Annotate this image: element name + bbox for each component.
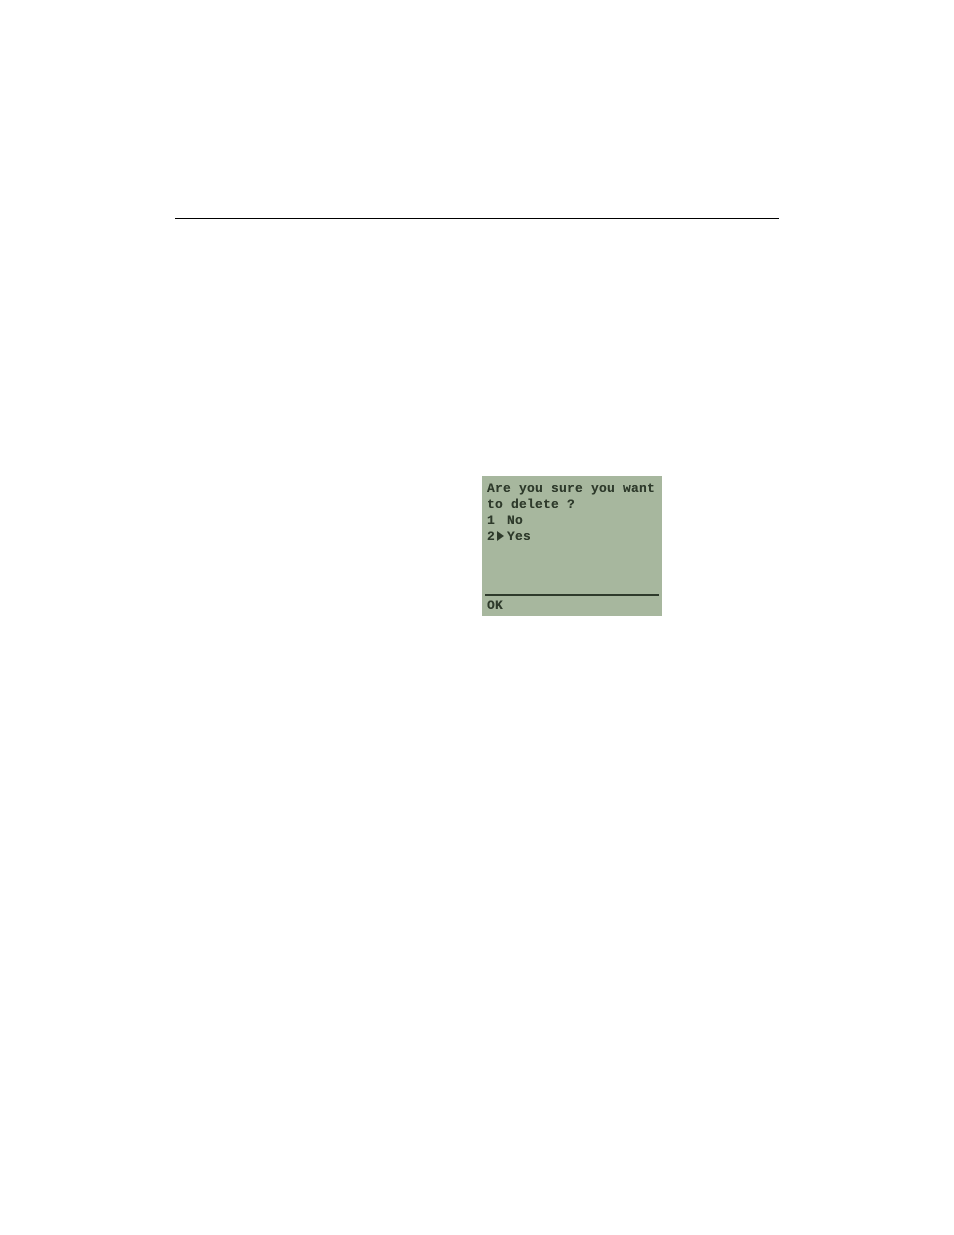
- option-label: Yes: [507, 529, 531, 545]
- option-row-no[interactable]: 1 No: [487, 513, 658, 529]
- option-label: No: [507, 513, 523, 529]
- lcd-body: Are you sure you want to delete ? 1 No 2…: [482, 476, 662, 545]
- softkey-ok[interactable]: OK: [487, 598, 503, 614]
- lcd-footer-rule: [485, 594, 659, 596]
- document-page: Are you sure you want to delete ? 1 No 2…: [0, 0, 954, 1235]
- option-row-yes[interactable]: 2 Yes: [487, 529, 658, 545]
- prompt-line-2: to delete ?: [487, 497, 658, 513]
- lcd-screen: Are you sure you want to delete ? 1 No 2…: [482, 476, 662, 616]
- option-number: 1: [487, 513, 497, 529]
- option-number: 2: [487, 529, 497, 545]
- prompt-line-1: Are you sure you want: [487, 481, 658, 497]
- cursor-icon: [497, 529, 507, 545]
- horizontal-rule: [175, 218, 779, 219]
